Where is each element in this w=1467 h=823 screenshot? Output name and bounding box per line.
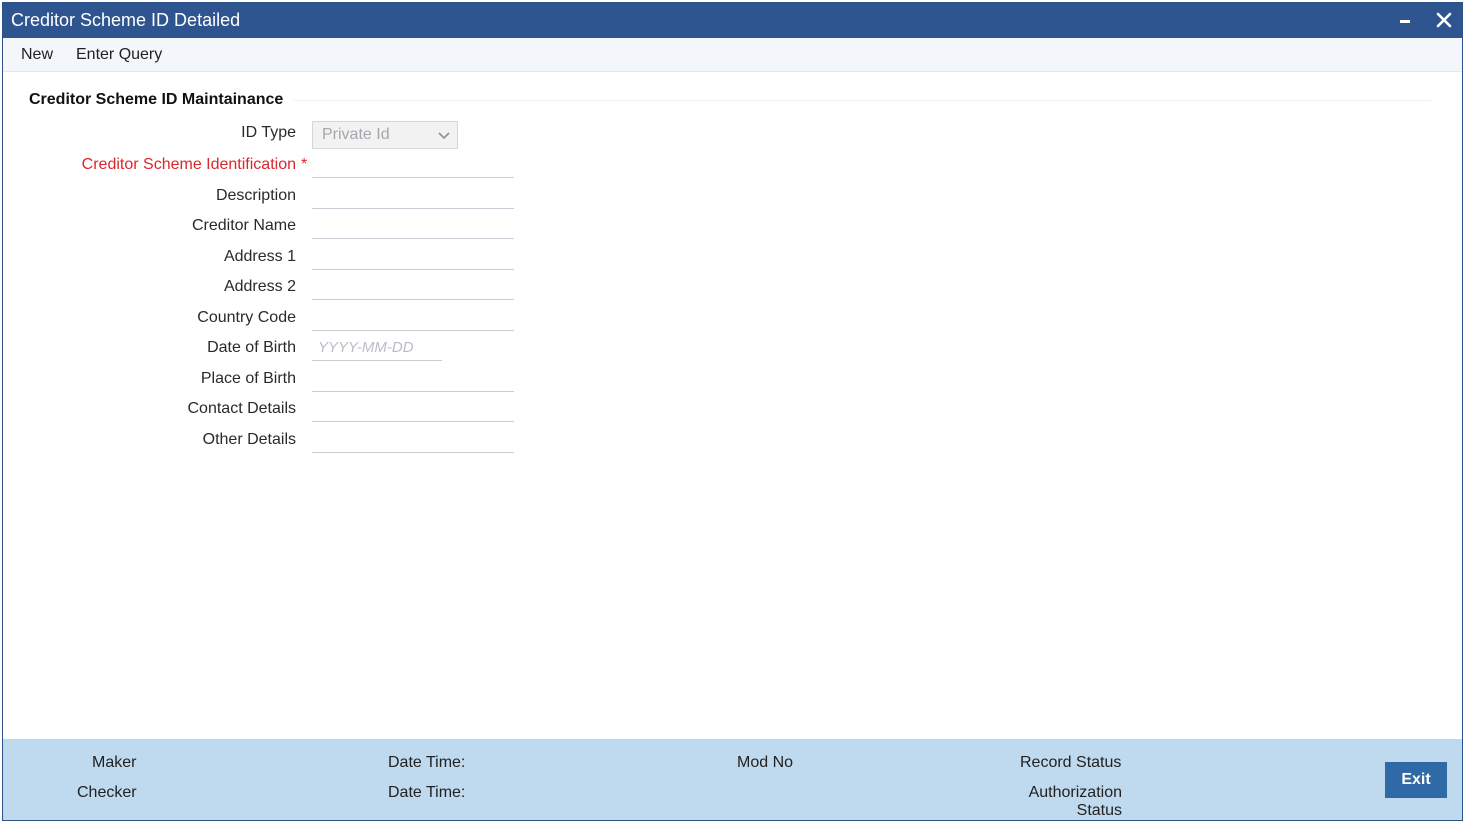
other-details-input[interactable] bbox=[312, 427, 514, 453]
description-input[interactable] bbox=[312, 183, 514, 209]
id-type-value: Private Id bbox=[322, 126, 390, 143]
creditor-name-input[interactable] bbox=[312, 213, 514, 239]
address-2-label: Address 2 bbox=[223, 278, 296, 295]
audit-footer: Maker Checker Date Time: Date Time: Mod … bbox=[3, 739, 1462, 820]
exit-button[interactable]: Exit bbox=[1385, 762, 1447, 798]
creditor-scheme-identification-label: Creditor Scheme Identification bbox=[81, 156, 296, 173]
menu-bar: New Enter Query bbox=[3, 38, 1462, 72]
minimize-icon[interactable] bbox=[1395, 9, 1417, 31]
enter-query-menu-item[interactable]: Enter Query bbox=[76, 46, 162, 64]
authorization-status-line-2: Status bbox=[1076, 802, 1122, 819]
mod-no-label: Mod No bbox=[737, 754, 794, 771]
required-asterisk: * bbox=[301, 156, 308, 173]
contact-details-input[interactable] bbox=[312, 396, 514, 422]
authorization-status-label: Authorization Status bbox=[1003, 784, 1122, 820]
new-menu-item[interactable]: New bbox=[21, 46, 53, 64]
other-details-label: Other Details bbox=[202, 431, 296, 448]
id-type-label: ID Type bbox=[241, 124, 296, 141]
section-divider bbox=[293, 100, 1431, 101]
authorization-status-line-1: Authorization bbox=[1028, 784, 1122, 801]
title-bar: Creditor Scheme ID Detailed bbox=[3, 3, 1462, 38]
place-of-birth-input[interactable] bbox=[312, 366, 514, 392]
creditor-name-label: Creditor Name bbox=[191, 217, 296, 234]
window-title: Creditor Scheme ID Detailed bbox=[11, 10, 241, 30]
country-code-label: Country Code bbox=[197, 309, 296, 326]
chevron-down-icon bbox=[437, 128, 451, 147]
place-of-birth-label: Place of Birth bbox=[200, 370, 296, 387]
date-of-birth-input[interactable] bbox=[312, 335, 442, 361]
checker-date-time-label: Date Time: bbox=[388, 784, 466, 801]
address-2-input[interactable] bbox=[312, 274, 514, 300]
id-type-select[interactable]: Private Id bbox=[312, 121, 458, 149]
address-1-label: Address 1 bbox=[223, 248, 296, 265]
creditor-scheme-identification-input[interactable] bbox=[312, 152, 514, 178]
section-title: Creditor Scheme ID Maintainance bbox=[29, 91, 284, 108]
contact-details-label: Contact Details bbox=[187, 400, 297, 417]
description-label: Description bbox=[215, 187, 296, 204]
creditor-scheme-window: Creditor Scheme ID Detailed New Enter Qu… bbox=[2, 2, 1463, 821]
country-code-input[interactable] bbox=[312, 305, 514, 331]
record-status-label: Record Status bbox=[1020, 754, 1122, 771]
date-of-birth-label: Date of Birth bbox=[207, 339, 296, 356]
maker-date-time-label: Date Time: bbox=[388, 754, 466, 771]
close-icon[interactable] bbox=[1433, 9, 1455, 31]
maker-label: Maker bbox=[92, 754, 137, 771]
checker-label: Checker bbox=[77, 784, 137, 801]
address-1-input[interactable] bbox=[312, 244, 514, 270]
